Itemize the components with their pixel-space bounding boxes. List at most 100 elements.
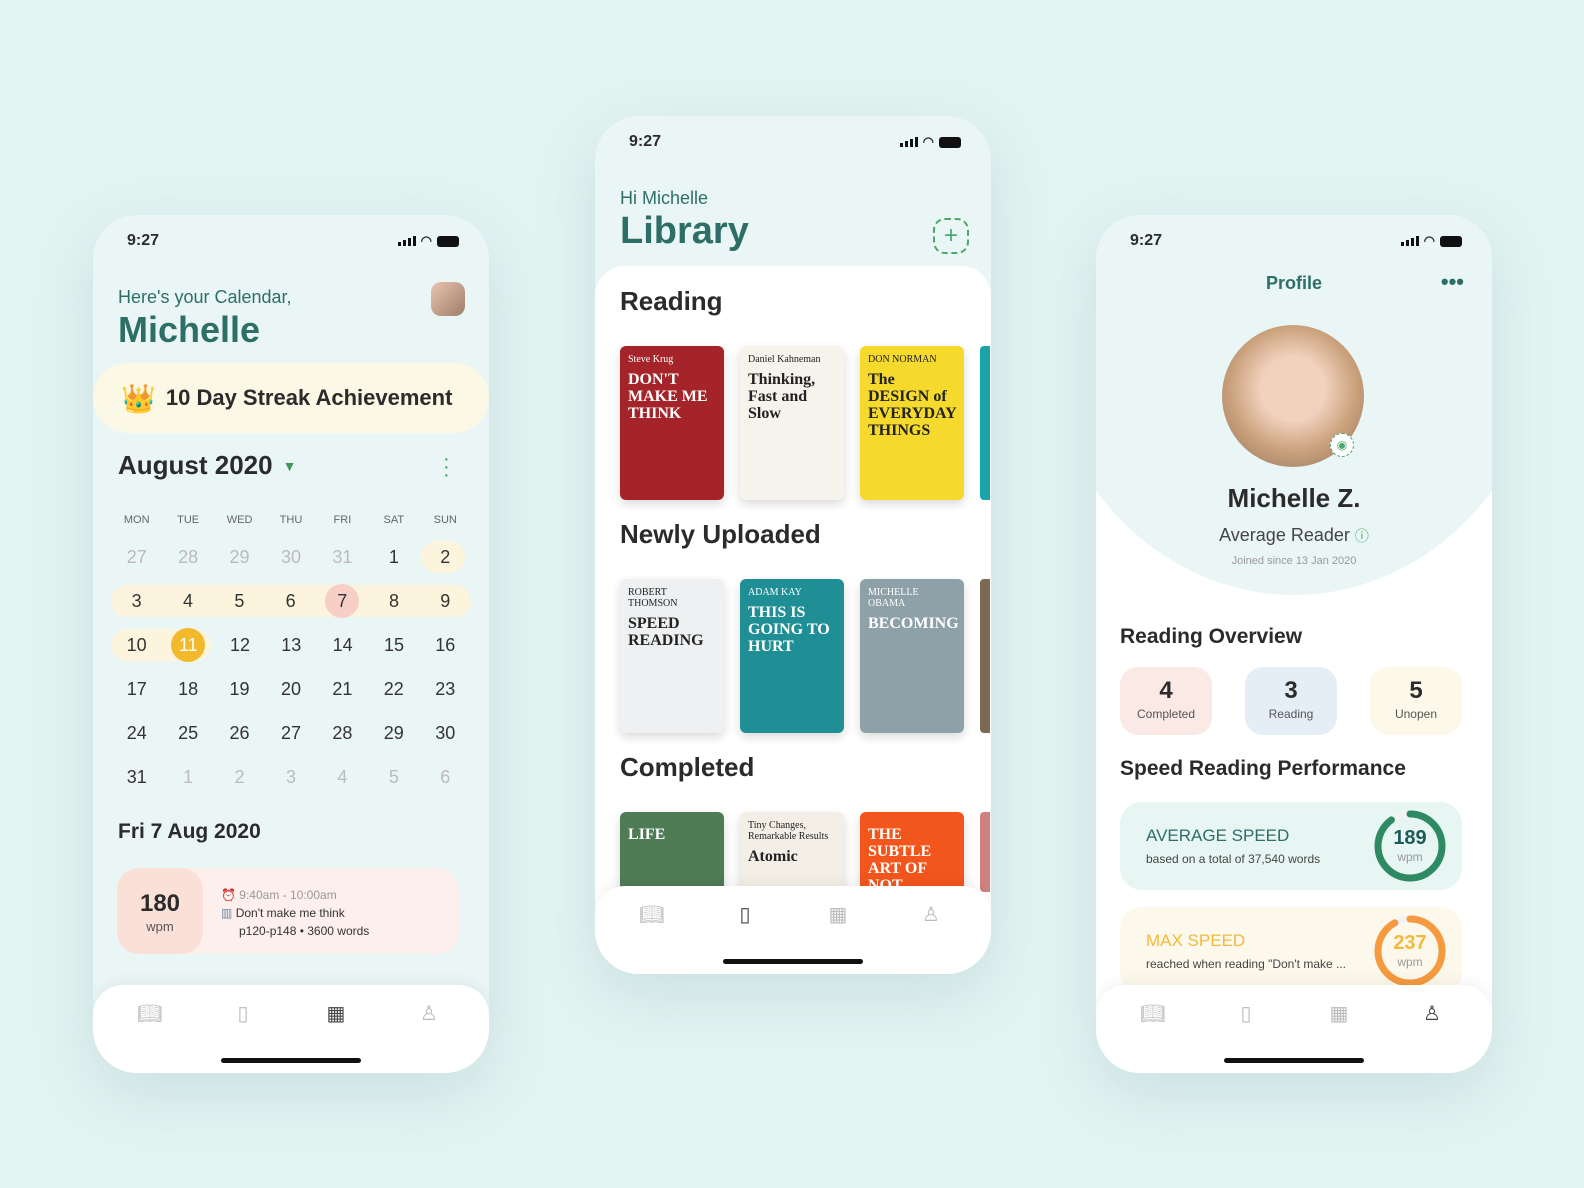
- week-row: 10 11 12 13 14 15 16: [111, 623, 471, 667]
- nav-profile-icon[interactable]: ♙: [416, 1001, 442, 1025]
- calendar-day[interactable]: 16: [420, 635, 471, 656]
- section-title: Newly Uploaded: [620, 519, 821, 549]
- book-cover[interactable]: Steve Krug DON'T MAKE ME THINK: [620, 346, 724, 500]
- nav-library-icon[interactable]: 📖︎: [137, 1001, 163, 1025]
- session-card[interactable]: 180 wpm ⏰ 9:40am - 10:00am ▥ Don't make m…: [117, 868, 459, 954]
- book-author: MICHELLE OBAMA: [868, 587, 919, 609]
- calendar-day[interactable]: 1: [162, 767, 213, 788]
- nav-profile-icon[interactable]: ♙: [1419, 1001, 1445, 1025]
- month-selector[interactable]: August 2020 ▼: [118, 450, 296, 481]
- nav-library-icon[interactable]: 📖︎: [1140, 1001, 1166, 1025]
- book-cover[interactable]: THE SUBTLE ART OF NOT: [860, 812, 964, 892]
- book-cover-peek[interactable]: [980, 346, 990, 500]
- calendar-day[interactable]: 5: [368, 767, 419, 788]
- book-title: DON'T MAKE ME THINK: [628, 371, 708, 422]
- stat-reading[interactable]: 3 Reading: [1245, 667, 1337, 735]
- calendar-day[interactable]: 3: [265, 767, 316, 788]
- book-cover[interactable]: Daniel Kahneman Thinking, Fast and Slow: [740, 346, 844, 500]
- calendar-day[interactable]: 23: [420, 679, 471, 700]
- calendar-day[interactable]: 8: [368, 591, 419, 612]
- crown-icon: 👑: [121, 382, 156, 414]
- calendar-day[interactable]: 19: [214, 679, 265, 700]
- book-cover[interactable]: ADAM KAY THIS IS GOING TO HURT: [740, 579, 844, 733]
- calendar-day[interactable]: 17: [111, 679, 162, 700]
- calendar-day[interactable]: 22: [368, 679, 419, 700]
- calendar-day[interactable]: 30: [420, 723, 471, 744]
- calendar-day[interactable]: 28: [162, 547, 213, 568]
- calendar-day[interactable]: 15: [368, 635, 419, 656]
- calendar-day[interactable]: 14: [317, 635, 368, 656]
- calendar-day[interactable]: 26: [214, 723, 265, 744]
- calendar-day[interactable]: 28: [317, 723, 368, 744]
- battery-icon: [1440, 235, 1462, 247]
- avatar[interactable]: [431, 282, 465, 316]
- avg-desc: based on a total of 37,540 words: [1146, 852, 1321, 866]
- calendar-day[interactable]: 24: [111, 723, 162, 744]
- book-cover[interactable]: MICHELLE OBAMA BECOMING: [860, 579, 964, 733]
- more-options-icon[interactable]: •••: [1441, 269, 1464, 295]
- calendar-day[interactable]: 29: [214, 547, 265, 568]
- max-speed-card: MAX SPEED reached when reading "Don't ma…: [1120, 907, 1462, 995]
- nav-calendar-icon[interactable]: ▦: [1326, 1001, 1352, 1025]
- signal-icon: [899, 137, 918, 147]
- stat-unopen[interactable]: 5 Unopen: [1370, 667, 1462, 735]
- nav-calendar-icon[interactable]: ▦: [323, 1001, 349, 1025]
- book-title: LIFE: [628, 826, 666, 843]
- calendar-day[interactable]: 1: [368, 547, 419, 568]
- add-book-button[interactable]: +: [933, 218, 969, 254]
- calendar-day[interactable]: 12: [214, 635, 265, 656]
- calendar-day[interactable]: 5: [214, 591, 265, 612]
- calendar-day[interactable]: 30: [265, 547, 316, 568]
- home-indicator: [723, 959, 863, 964]
- book-cover-peek[interactable]: [980, 579, 990, 733]
- calendar-day[interactable]: 6: [265, 591, 316, 612]
- calendar-grid: MON TUE WED THU FRI SAT SUN 27 28 29 30 31 1 2 3 4 5 6 7 8…: [111, 505, 471, 799]
- status-bar: 9:27 ◠: [629, 130, 961, 154]
- calendar-day[interactable]: 4: [317, 767, 368, 788]
- calendar-day[interactable]: 27: [265, 723, 316, 744]
- session-pages: p120-p148 • 3600 words: [239, 924, 370, 938]
- weekday-header: MON TUE WED THU FRI SAT SUN: [111, 505, 471, 535]
- profile-screen: 9:27 ◠ Profile ••• ◉ Michelle Z. Average …: [1096, 215, 1492, 1073]
- calendar-day[interactable]: 18: [162, 679, 213, 700]
- book-cover[interactable]: LIFE: [620, 812, 724, 892]
- calendar-day[interactable]: 31: [317, 547, 368, 568]
- more-icon[interactable]: · · ·: [443, 449, 450, 485]
- nav-library-icon[interactable]: 📖︎: [639, 902, 665, 926]
- nav-profile-icon[interactable]: ♙: [918, 902, 944, 926]
- bottom-nav: 📖︎ ▯ ▦ ♙: [595, 886, 991, 974]
- wifi-icon: ◠: [1423, 233, 1435, 248]
- library-content: Reading Steve Krug DON'T MAKE ME THINK Dani…: [595, 266, 991, 974]
- avg-value: 189: [1393, 827, 1427, 849]
- calendar-day[interactable]: 31: [111, 767, 162, 788]
- calendar-day[interactable]: 29: [368, 723, 419, 744]
- calendar-day[interactable]: 2: [420, 547, 471, 568]
- battery-icon: [939, 136, 961, 148]
- book-cover-peek[interactable]: [980, 812, 990, 892]
- calendar-day[interactable]: 9: [420, 591, 471, 612]
- calendar-day[interactable]: 27: [111, 547, 162, 568]
- calendar-day[interactable]: 21: [317, 679, 368, 700]
- book-cover[interactable]: DON NORMAN The DESIGN of EVERYDAY THINGS: [860, 346, 964, 500]
- greeting: Here's your Calendar,: [118, 287, 292, 307]
- week-row: 17 18 19 20 21 22 23: [111, 667, 471, 711]
- nav-books-icon[interactable]: ▯: [230, 1001, 256, 1025]
- stat-completed[interactable]: 4 Completed: [1120, 667, 1212, 735]
- calendar-day[interactable]: 20: [265, 679, 316, 700]
- calendar-day[interactable]: 10: [111, 635, 162, 656]
- calendar-day[interactable]: 2: [214, 767, 265, 788]
- calendar-day[interactable]: 13: [266, 635, 317, 656]
- book-cover[interactable]: ROBERT THOMSON SPEED READING: [620, 579, 724, 733]
- book-cover[interactable]: Tiny Changes, Remarkable Results Atomic: [740, 812, 844, 892]
- calendar-day[interactable]: 25: [162, 723, 213, 744]
- book-author: ADAM KAY: [748, 587, 802, 598]
- nav-calendar-icon[interactable]: ▦: [825, 902, 851, 926]
- nav-books-icon[interactable]: ▯: [732, 902, 758, 926]
- calendar-day[interactable]: 6: [420, 767, 471, 788]
- nav-books-icon[interactable]: ▯: [1233, 1001, 1259, 1025]
- calendar-day[interactable]: 3: [111, 591, 162, 612]
- week-row: 24 25 26 27 28 29 30: [111, 711, 471, 755]
- camera-icon[interactable]: ◉: [1330, 433, 1354, 457]
- info-icon[interactable]: ⓘ: [1355, 528, 1369, 544]
- calendar-day[interactable]: 4: [162, 591, 213, 612]
